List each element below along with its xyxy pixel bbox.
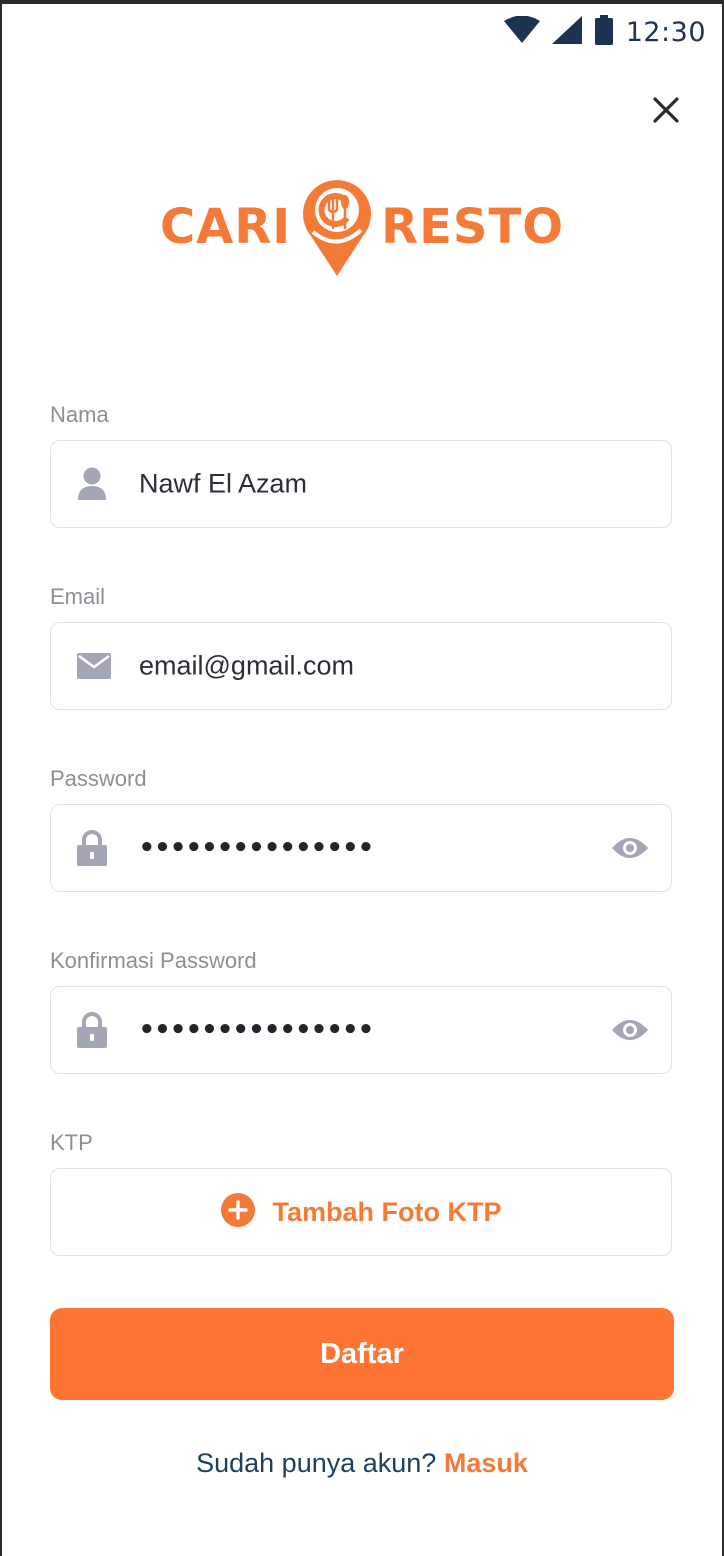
name-field[interactable] xyxy=(50,440,672,528)
signal-icon xyxy=(551,16,582,48)
add-ktp-label: Tambah Foto KTP xyxy=(272,1196,502,1227)
fork-spoon-pin-icon xyxy=(299,172,375,282)
add-ktp-photo-button[interactable]: Tambah Foto KTP xyxy=(50,1168,672,1256)
app-logo: CARI RESTO xyxy=(2,172,722,282)
email-field[interactable] xyxy=(50,622,672,710)
register-screen: 12:30 CARI RESTO Nama Ema xyxy=(2,4,722,1556)
password-field[interactable]: ••••••••••••••• xyxy=(50,804,672,892)
password-label: Password xyxy=(50,766,147,791)
battery-icon xyxy=(594,15,614,49)
login-prompt: Sudah punya akun? Masuk xyxy=(2,1448,722,1479)
lock-icon xyxy=(77,1012,107,1048)
eye-icon[interactable] xyxy=(611,836,649,860)
logo-word-left: CARI xyxy=(159,199,292,255)
confirm-password-input[interactable]: ••••••••••••••• xyxy=(139,1015,609,1045)
name-input[interactable] xyxy=(139,468,609,500)
logo-word-right: RESTO xyxy=(381,199,565,255)
email-input[interactable] xyxy=(139,650,609,682)
login-question: Sudah punya akun? xyxy=(196,1448,437,1478)
email-label: Email xyxy=(50,584,106,609)
confirm-password-label: Konfirmasi Password xyxy=(50,948,257,973)
user-icon xyxy=(77,467,107,501)
password-input[interactable]: ••••••••••••••• xyxy=(139,833,609,863)
name-label: Nama xyxy=(50,402,109,427)
login-link[interactable]: Masuk xyxy=(444,1448,528,1478)
status-time: 12:30 xyxy=(625,16,706,48)
mail-icon xyxy=(77,653,111,679)
ktp-label: KTP xyxy=(50,1130,93,1155)
lock-icon xyxy=(77,830,107,866)
confirm-password-field[interactable]: ••••••••••••••• xyxy=(50,986,672,1074)
close-icon xyxy=(653,97,679,123)
register-button[interactable]: Daftar xyxy=(50,1308,674,1400)
status-bar: 12:30 xyxy=(503,12,706,52)
ktp-action: Tambah Foto KTP xyxy=(220,1193,502,1231)
close-button[interactable] xyxy=(648,92,684,128)
plus-circle-icon xyxy=(220,1193,255,1231)
eye-icon[interactable] xyxy=(611,1018,649,1042)
wifi-icon xyxy=(503,15,540,48)
